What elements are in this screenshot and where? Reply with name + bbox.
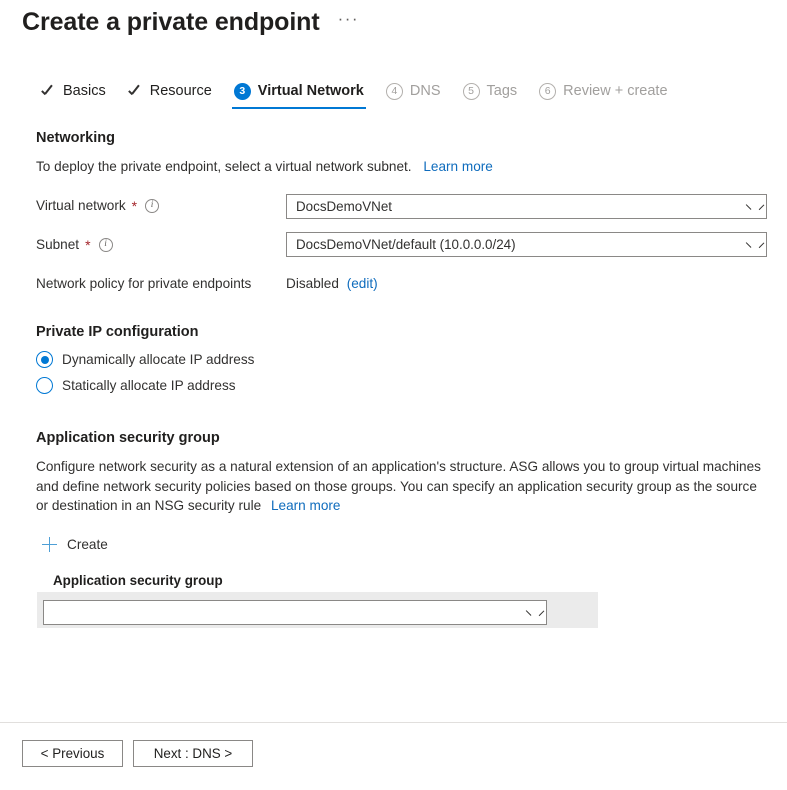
network-policy-label: Network policy for private endpoints (36, 274, 251, 294)
tab-basics-label: Basics (63, 82, 106, 100)
networking-description-text: To deploy the private endpoint, select a… (36, 159, 412, 174)
create-asg-button-label: Create (67, 537, 108, 552)
subnet-value: DocsDemoVNet/default (10.0.0.0/24) (296, 237, 746, 252)
virtual-network-label-text: Virtual network (36, 198, 126, 213)
tab-review-create[interactable]: 6 Review + create (528, 82, 678, 109)
network-policy-value: Disabled (286, 276, 339, 291)
step-number-badge: 5 (463, 83, 480, 100)
create-private-endpoint-page: Create a private endpoint ··· Basics Res… (0, 0, 787, 790)
private-ip-heading: Private IP configuration (36, 324, 199, 340)
tab-resource-label: Resource (150, 82, 212, 100)
subnet-label: Subnet * i (36, 237, 113, 252)
tab-tags[interactable]: 5 Tags (452, 82, 529, 109)
virtual-network-dropdown[interactable]: DocsDemoVNet (286, 194, 767, 219)
radio-dynamic-ip[interactable]: Dynamically allocate IP address (36, 351, 254, 368)
chevron-down-icon (746, 239, 757, 250)
asg-field-label: Application security group (53, 573, 223, 588)
subnet-dropdown[interactable]: DocsDemoVNet/default (10.0.0.0/24) (286, 232, 767, 257)
asg-description: Configure network security as a natural … (36, 457, 770, 516)
chevron-down-icon (746, 201, 757, 212)
radio-unselected-icon (36, 377, 53, 394)
step-number-badge: 4 (386, 83, 403, 100)
asg-heading: Application security group (36, 430, 220, 446)
tab-resource[interactable]: Resource (117, 82, 223, 109)
asg-dropdown[interactable] (43, 600, 547, 625)
radio-selected-icon (36, 351, 53, 368)
more-options-icon[interactable]: ··· (334, 10, 363, 34)
network-policy-value-row: Disabled (edit) (286, 274, 378, 294)
asg-learn-more-link[interactable]: Learn more (271, 498, 341, 513)
previous-button[interactable]: < Previous (22, 740, 123, 767)
radio-dynamic-ip-label: Dynamically allocate IP address (62, 352, 254, 367)
check-icon (128, 84, 143, 99)
tab-review-create-label: Review + create (563, 82, 667, 100)
networking-learn-more-link[interactable]: Learn more (423, 159, 493, 174)
virtual-network-value: DocsDemoVNet (296, 199, 746, 214)
page-title: Create a private endpoint (22, 6, 320, 38)
wizard-tabs: Basics Resource 3 Virtual Network 4 DNS … (30, 82, 679, 116)
tab-dns-label: DNS (410, 82, 441, 100)
next-button[interactable]: Next : DNS > (133, 740, 253, 767)
info-icon[interactable]: i (99, 238, 113, 252)
network-policy-edit-link[interactable]: (edit) (347, 276, 378, 291)
tab-virtual-network[interactable]: 3 Virtual Network (223, 82, 375, 109)
networking-heading: Networking (36, 130, 115, 146)
footer-divider (0, 722, 787, 723)
tab-basics[interactable]: Basics (30, 82, 117, 109)
tab-dns[interactable]: 4 DNS (375, 82, 452, 109)
title-row: Create a private endpoint ··· (22, 6, 363, 38)
radio-static-ip[interactable]: Statically allocate IP address (36, 377, 236, 394)
create-asg-button[interactable]: Create (42, 537, 108, 552)
asg-description-text: Configure network security as a natural … (36, 459, 761, 513)
step-number-badge: 3 (234, 83, 251, 100)
plus-icon (42, 537, 57, 552)
tab-tags-label: Tags (487, 82, 518, 100)
chevron-down-icon (526, 607, 537, 618)
required-asterisk: * (84, 240, 90, 250)
radio-static-ip-label: Statically allocate IP address (62, 378, 236, 393)
info-icon[interactable]: i (145, 199, 159, 213)
networking-description: To deploy the private endpoint, select a… (36, 157, 493, 177)
check-icon (41, 84, 56, 99)
subnet-label-text: Subnet (36, 237, 79, 252)
step-number-badge: 6 (539, 83, 556, 100)
tab-virtual-network-label: Virtual Network (258, 82, 364, 100)
virtual-network-label: Virtual network * i (36, 198, 159, 213)
required-asterisk: * (131, 201, 137, 211)
